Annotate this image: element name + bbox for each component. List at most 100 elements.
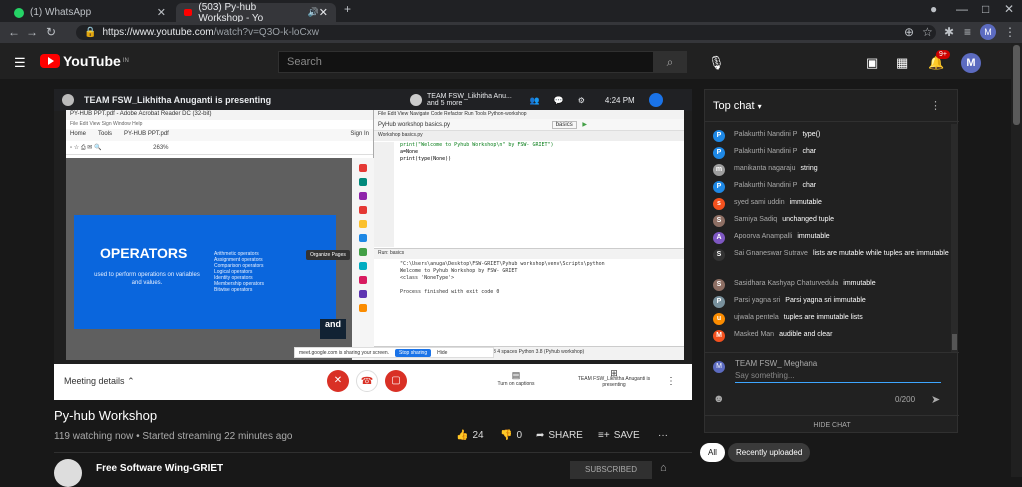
chip-next-icon[interactable] [862, 443, 942, 462]
chat-author-name[interactable]: Apoorva Anampalli [734, 233, 792, 240]
chrome-menu-icon[interactable]: ⋮ [1004, 25, 1016, 39]
save-button[interactable]: ≡+ SAVE [598, 430, 640, 441]
search-button[interactable]: ⌕ [653, 51, 687, 73]
tab-whatsapp[interactable]: (1) WhatsApp ✕ [6, 3, 174, 22]
page-scrollbar[interactable] [1011, 43, 1022, 477]
ide-breadcrumb: PyHub workshop basics.py [378, 122, 451, 128]
chat-message[interactable]: P Parsi yagna sri Parsi yagna sri immutabl… [713, 296, 949, 308]
chat-message[interactable]: S Sai Gnaneswar Sutrave lists are mutable … [713, 249, 949, 261]
tab-youtube[interactable]: (503) Py-hub Workshop - Yo 🔊 ✕ [176, 2, 336, 24]
notification-bell-icon[interactable]: ⌂ [660, 462, 667, 474]
close-tab-icon[interactable]: ✕ [319, 6, 328, 19]
chat-scrollbar[interactable] [951, 124, 958, 352]
chip-all[interactable]: All [700, 443, 725, 462]
chat-author-name[interactable]: Samiya Sadiq [734, 216, 777, 223]
subscribe-button[interactable]: SUBSCRIBED [570, 461, 652, 479]
translate-icon[interactable]: ⊕ [904, 25, 914, 39]
chat-author-name[interactable]: Palakurthi Nandini P [734, 131, 797, 138]
close-window-button[interactable]: ✕ [1004, 2, 1014, 16]
meeting-details-toggle[interactable]: Meeting details ⌃ [64, 376, 135, 387]
chat-message[interactable]: s syed sami uddin immutable [713, 198, 949, 210]
more-tools-icon [359, 304, 367, 312]
dislike-button[interactable]: 👎 0 [500, 430, 522, 441]
youtube-logo[interactable]: YouTube IN [40, 53, 129, 69]
chat-author-avatar: P [713, 181, 725, 193]
chat-header[interactable]: Top chat ▾ ⋮ [705, 90, 959, 122]
chat-message[interactable]: S Samiya Sadiq unchanged tuple [713, 215, 949, 227]
chip-recently-uploaded[interactable]: Recently uploaded [728, 443, 811, 462]
audio-icon[interactable]: 🔊 [308, 7, 319, 18]
mic-off-button[interactable]: ✕ [327, 370, 349, 392]
leave-call-button[interactable]: ☎ [356, 370, 378, 392]
back-icon[interactable]: ← [8, 25, 20, 39]
chat-author-name[interactable]: ujwala pentela [734, 314, 779, 321]
address-bar[interactable]: 🔒 https://www.youtube.com/watch?v=Q3O-k-… [76, 25, 936, 40]
chat-author-name[interactable]: syed sami uddin [734, 199, 785, 206]
reload-icon[interactable]: ↻ [46, 25, 56, 39]
chat-message[interactable]: P Palakurthi Nandini P char [713, 147, 949, 159]
account-avatar[interactable]: M [961, 53, 981, 73]
chat-author-name[interactable]: manikanta nagaraju [734, 165, 796, 172]
microphone-icon[interactable]: 🎙 [708, 55, 725, 71]
more-actions-icon[interactable]: ··· [658, 430, 668, 441]
url-path: /watch?v=Q3O-k-loCxw [213, 27, 319, 38]
video-player[interactable]: TEAM FSW_Likhitha Anuganti is presenting… [54, 89, 692, 364]
channel-name[interactable]: Free Software Wing-GRIET [96, 463, 223, 474]
more-options-icon[interactable]: ⋮ [666, 376, 676, 387]
search-input[interactable]: Search [278, 51, 686, 73]
chat-author-name[interactable]: Sai Gnaneswar Sutrave [734, 250, 808, 257]
run-pane: Run: basics "C:\Users\anuga\Desktop\FSW-… [374, 248, 684, 346]
chat-message[interactable]: A Apoorva Anampalli immutable [713, 232, 949, 244]
chat-message[interactable]: u ujwala pentela tuples are immutable list… [713, 313, 949, 325]
chat-author-name[interactable]: Palakurthi Nandini P [734, 182, 797, 189]
forward-icon[interactable]: → [26, 25, 38, 39]
chat-message[interactable]: P Palakurthi Nandini P type() [713, 130, 949, 142]
chat-message-text: unchanged tuple [782, 216, 834, 223]
chat-menu-icon[interactable]: ⋮ [930, 99, 941, 112]
bookmark-star-icon[interactable]: ☆ [922, 25, 933, 39]
page-scroll-thumb[interactable] [1013, 45, 1020, 125]
chat-message-input[interactable]: Say something... [735, 371, 941, 383]
apps-grid-icon[interactable]: ▦ [896, 55, 908, 71]
pdf-reader-window: PY-HUB PPT.pdf - Adobe Acrobat Reader DC… [66, 110, 374, 360]
create-video-icon[interactable]: ▣ [866, 55, 878, 71]
presenting-indicator[interactable]: ⊞ TEAM FSW_Likhitha Anuganti is presenti… [574, 369, 654, 389]
pdf-window-title: PY-HUB PPT.pdf - Adobe Acrobat Reader DC… [66, 110, 373, 120]
camera-off-button[interactable]: ▢ [385, 370, 407, 392]
chat-message-body: Palakurthi Nandini P type() [734, 130, 820, 142]
send-icon[interactable]: ➤ [931, 393, 940, 406]
tab-search-icon[interactable]: ● [930, 2, 937, 16]
chat-scroll-thumb[interactable] [952, 334, 957, 350]
chat-message[interactable]: S Sasidhara Kashyap Chaturvedula immutable [713, 279, 949, 291]
code-line: print("Welcome to Pyhub Workshop\n" by F… [400, 142, 554, 148]
hamburger-menu-icon[interactable]: ☰ [14, 55, 26, 71]
minimize-button[interactable]: — [956, 2, 968, 16]
profile-avatar[interactable]: M [980, 24, 996, 40]
chat-message-text: immutable [843, 280, 876, 287]
chat-message[interactable]: P Palakurthi Nandini P char [713, 181, 949, 193]
chat-author-name[interactable]: Sasidhara Kashyap Chaturvedula [734, 280, 838, 287]
chat-author-name[interactable]: Palakurthi Nandini P [734, 148, 797, 155]
chat-message[interactable]: M Masked Man audible and clear [713, 330, 949, 342]
captions-button[interactable]: ▤ Turn on captions [491, 370, 541, 387]
hide-chat-button[interactable]: HIDE CHAT [705, 415, 959, 429]
share-button[interactable]: ➦ SHARE [536, 430, 583, 441]
chevron-up-icon: ⌃ [127, 376, 135, 386]
maximize-button[interactable]: □ [982, 2, 989, 16]
new-tab-button[interactable]: + [344, 2, 351, 16]
reading-list-icon[interactable]: ≡ [964, 25, 971, 39]
chat-message[interactable]: m manikanta nagaraju string [713, 164, 949, 176]
chat-author-name[interactable]: Parsi yagna sri [734, 297, 780, 304]
emoji-icon[interactable]: ☻ [713, 393, 725, 405]
output-line: Welcome to Pyhub Workshop by FSW- GRIET [400, 268, 518, 274]
slide-list-item: Bitwise operators [214, 287, 253, 293]
channel-avatar[interactable] [54, 459, 82, 487]
like-button[interactable]: 👍 24 [456, 430, 484, 441]
chat-message-body: Palakurthi Nandini P char [734, 147, 816, 159]
organize-pages-tooltip: Organize Pages [306, 250, 350, 260]
close-tab-icon[interactable]: ✕ [157, 6, 166, 19]
output-line: "C:\Users\anuga\Desktop\FSW-GRIET\Pyhub … [400, 261, 605, 267]
chat-author-name[interactable]: Masked Man [734, 331, 774, 338]
ide-nav-bar: PyHub workshop basics.py basics ▶ [374, 119, 684, 131]
extensions-icon[interactable]: ✱ [944, 25, 954, 39]
